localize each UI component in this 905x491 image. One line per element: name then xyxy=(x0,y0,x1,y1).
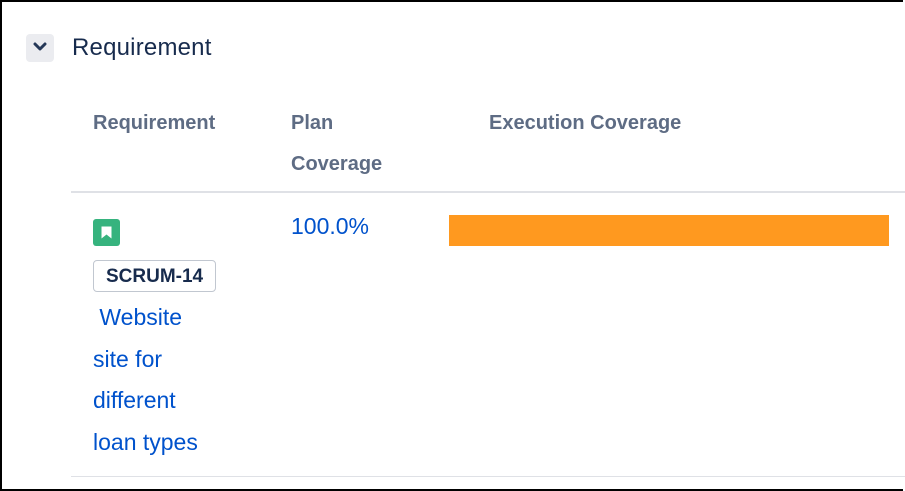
story-icon xyxy=(93,219,120,246)
plan-coverage-value[interactable]: 100.0% xyxy=(291,213,369,240)
column-header-plan-coverage: Plan Coverage xyxy=(291,112,383,175)
issue-key-lozenge[interactable]: SCRUM-14 xyxy=(93,260,217,292)
section-header: Requirement xyxy=(26,34,212,62)
execution-coverage-fill xyxy=(449,215,889,246)
execution-coverage-bar[interactable] xyxy=(449,215,889,246)
column-header-requirement: Requirement xyxy=(93,112,216,134)
section-title: Requirement xyxy=(72,34,212,61)
issue-title-link[interactable]: Website site for different loan types xyxy=(93,297,243,463)
column-header-execution-coverage: Execution Coverage xyxy=(489,112,682,134)
header-divider xyxy=(71,191,905,193)
chevron-down-icon xyxy=(33,39,47,57)
row-divider xyxy=(71,476,905,477)
collapse-toggle-button[interactable] xyxy=(26,34,54,62)
